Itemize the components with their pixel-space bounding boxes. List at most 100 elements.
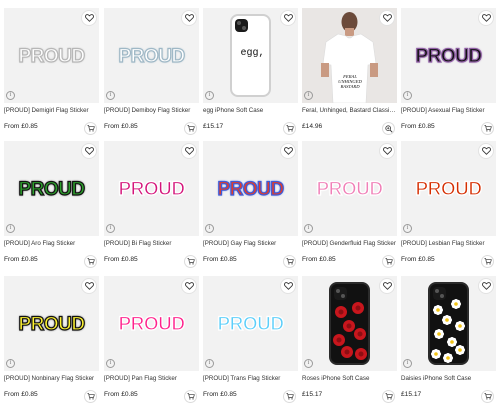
info-icon[interactable]: i xyxy=(403,224,412,233)
product-price: £15.17 xyxy=(302,391,323,398)
phone-case xyxy=(329,282,370,365)
sticker-text: PROUD xyxy=(18,178,86,200)
product-card[interactable]: PROUD i [PROUD] Asexual Flag Sticker From £… xyxy=(401,8,496,138)
heart-icon[interactable] xyxy=(81,278,97,294)
add-to-cart-icon[interactable] xyxy=(382,255,395,268)
add-to-cart-icon[interactable] xyxy=(184,255,197,268)
heart-icon[interactable] xyxy=(181,143,197,159)
product-title[interactable]: [PROUD] Lesbian Flag Sticker xyxy=(401,240,496,247)
product-card[interactable]: PROUD i [PROUD] Gay Flag Sticker From £0.85 xyxy=(203,141,298,271)
heart-icon[interactable] xyxy=(280,143,296,159)
info-icon[interactable]: i xyxy=(403,91,412,100)
heart-icon[interactable] xyxy=(379,143,395,159)
product-image[interactable]: FERAL UNHINGED BASTARD i xyxy=(302,8,397,103)
product-card[interactable]: PROUD i [PROUD] Trans Flag Sticker From £0.… xyxy=(203,276,298,406)
product-title[interactable]: Feral, Unhinged, Bastard Classic T-Shirt xyxy=(302,107,397,114)
info-icon[interactable]: i xyxy=(304,359,313,368)
magnifier-icon[interactable] xyxy=(382,122,395,135)
product-price: From £0.85 xyxy=(203,256,237,263)
product-image[interactable]: PROUD i xyxy=(4,141,99,236)
heart-icon[interactable] xyxy=(81,143,97,159)
product-image[interactable]: PROUD i xyxy=(401,141,496,236)
add-to-cart-icon[interactable] xyxy=(283,122,296,135)
product-card[interactable]: i Roses iPhone Soft Case £15.17 xyxy=(302,276,397,406)
info-icon[interactable]: i xyxy=(6,359,15,368)
product-title[interactable]: [PROUD] Gay Flag Sticker xyxy=(203,240,298,247)
phone-case: egg, xyxy=(230,14,271,97)
product-card[interactable]: i Daisies iPhone Soft Case £15.17 xyxy=(401,276,496,406)
product-card[interactable]: PROUD i [PROUD] Pan Flag Sticker From £0.85 xyxy=(104,276,199,406)
add-to-cart-icon[interactable] xyxy=(481,122,494,135)
product-image[interactable]: i xyxy=(302,276,397,371)
info-icon[interactable]: i xyxy=(205,359,214,368)
product-card[interactable]: PROUD i [PROUD] Demigirl Flag Sticker From … xyxy=(4,8,99,138)
heart-icon[interactable] xyxy=(181,10,197,26)
info-icon[interactable]: i xyxy=(205,91,214,100)
product-title[interactable]: Daisies iPhone Soft Case xyxy=(401,375,496,382)
add-to-cart-icon[interactable] xyxy=(283,390,296,403)
info-icon[interactable]: i xyxy=(6,91,15,100)
product-card[interactable]: PROUD i [PROUD] Genderfluid Flag Sticker Fr… xyxy=(302,141,397,271)
product-price: £15.17 xyxy=(401,391,422,398)
product-title[interactable]: [PROUD] Genderfluid Flag Sticker xyxy=(302,240,397,247)
info-icon[interactable]: i xyxy=(106,91,115,100)
product-image[interactable]: PROUD i xyxy=(104,141,199,236)
product-card[interactable]: PROUD i [PROUD] Demiboy Flag Sticker From £… xyxy=(104,8,199,138)
info-icon[interactable]: i xyxy=(205,224,214,233)
heart-icon[interactable] xyxy=(478,143,494,159)
product-image[interactable]: PROUD i xyxy=(203,141,298,236)
product-card[interactable]: PROUD i [PROUD] Bi Flag Sticker From £0.85 xyxy=(104,141,199,271)
heart-icon[interactable] xyxy=(280,278,296,294)
add-to-cart-icon[interactable] xyxy=(283,255,296,268)
info-icon[interactable]: i xyxy=(106,359,115,368)
add-to-cart-icon[interactable] xyxy=(84,390,97,403)
add-to-cart-icon[interactable] xyxy=(481,390,494,403)
heart-icon[interactable] xyxy=(379,10,395,26)
product-image[interactable]: PROUD i xyxy=(401,8,496,103)
product-image[interactable]: PROUD i xyxy=(104,8,199,103)
product-image[interactable]: PROUD i xyxy=(4,8,99,103)
add-to-cart-icon[interactable] xyxy=(184,390,197,403)
heart-icon[interactable] xyxy=(379,278,395,294)
add-to-cart-icon[interactable] xyxy=(84,122,97,135)
product-image[interactable]: PROUD i xyxy=(104,276,199,371)
add-to-cart-icon[interactable] xyxy=(84,255,97,268)
info-icon[interactable]: i xyxy=(403,359,412,368)
product-image[interactable]: PROUD i xyxy=(203,276,298,371)
product-card[interactable]: PROUD i [PROUD] Lesbian Flag Sticker From £… xyxy=(401,141,496,271)
info-icon[interactable]: i xyxy=(304,224,313,233)
info-icon[interactable]: i xyxy=(106,224,115,233)
product-card[interactable]: FERAL UNHINGED BASTARD i Feral, Unhinged, … xyxy=(302,8,397,138)
product-image[interactable]: egg, i xyxy=(203,8,298,103)
daisies-pattern xyxy=(431,299,465,363)
heart-icon[interactable] xyxy=(478,10,494,26)
product-title[interactable]: [PROUD] Pan Flag Sticker xyxy=(104,375,199,382)
heart-icon[interactable] xyxy=(478,278,494,294)
add-to-cart-icon[interactable] xyxy=(184,122,197,135)
product-title[interactable]: [PROUD] Aro Flag Sticker xyxy=(4,240,99,247)
product-title[interactable]: Roses iPhone Soft Case xyxy=(302,375,397,382)
product-title[interactable]: [PROUD] Demiboy Flag Sticker xyxy=(104,107,199,114)
info-icon[interactable]: i xyxy=(6,224,15,233)
product-card[interactable]: PROUD i [PROUD] Aro Flag Sticker From £0.85 xyxy=(4,141,99,271)
product-title[interactable]: egg iPhone Soft Case xyxy=(203,107,298,114)
product-image[interactable]: PROUD i xyxy=(302,141,397,236)
product-title[interactable]: [PROUD] Nonbinary Flag Sticker xyxy=(4,375,99,382)
product-title[interactable]: [PROUD] Asexual Flag Sticker xyxy=(401,107,496,114)
product-image[interactable]: PROUD i xyxy=(4,276,99,371)
heart-icon[interactable] xyxy=(280,10,296,26)
heart-icon[interactable] xyxy=(181,278,197,294)
product-card[interactable]: egg, i egg iPhone Soft Case £15.17 xyxy=(203,8,298,138)
product-image[interactable]: i xyxy=(401,276,496,371)
add-to-cart-icon[interactable] xyxy=(481,255,494,268)
product-title[interactable]: [PROUD] Demigirl Flag Sticker xyxy=(4,107,99,114)
product-title[interactable]: [PROUD] Bi Flag Sticker xyxy=(104,240,199,247)
heart-icon[interactable] xyxy=(81,10,97,26)
case-text: egg, xyxy=(240,48,265,59)
add-to-cart-icon[interactable] xyxy=(382,390,395,403)
info-icon[interactable]: i xyxy=(304,91,313,100)
product-title[interactable]: [PROUD] Trans Flag Sticker xyxy=(203,375,298,382)
product-card[interactable]: PROUD i [PROUD] Nonbinary Flag Sticker From… xyxy=(4,276,99,406)
product-price: From £0.85 xyxy=(104,391,138,398)
tshirt-print-text: FERAL UNHINGED BASTARD xyxy=(338,74,362,89)
